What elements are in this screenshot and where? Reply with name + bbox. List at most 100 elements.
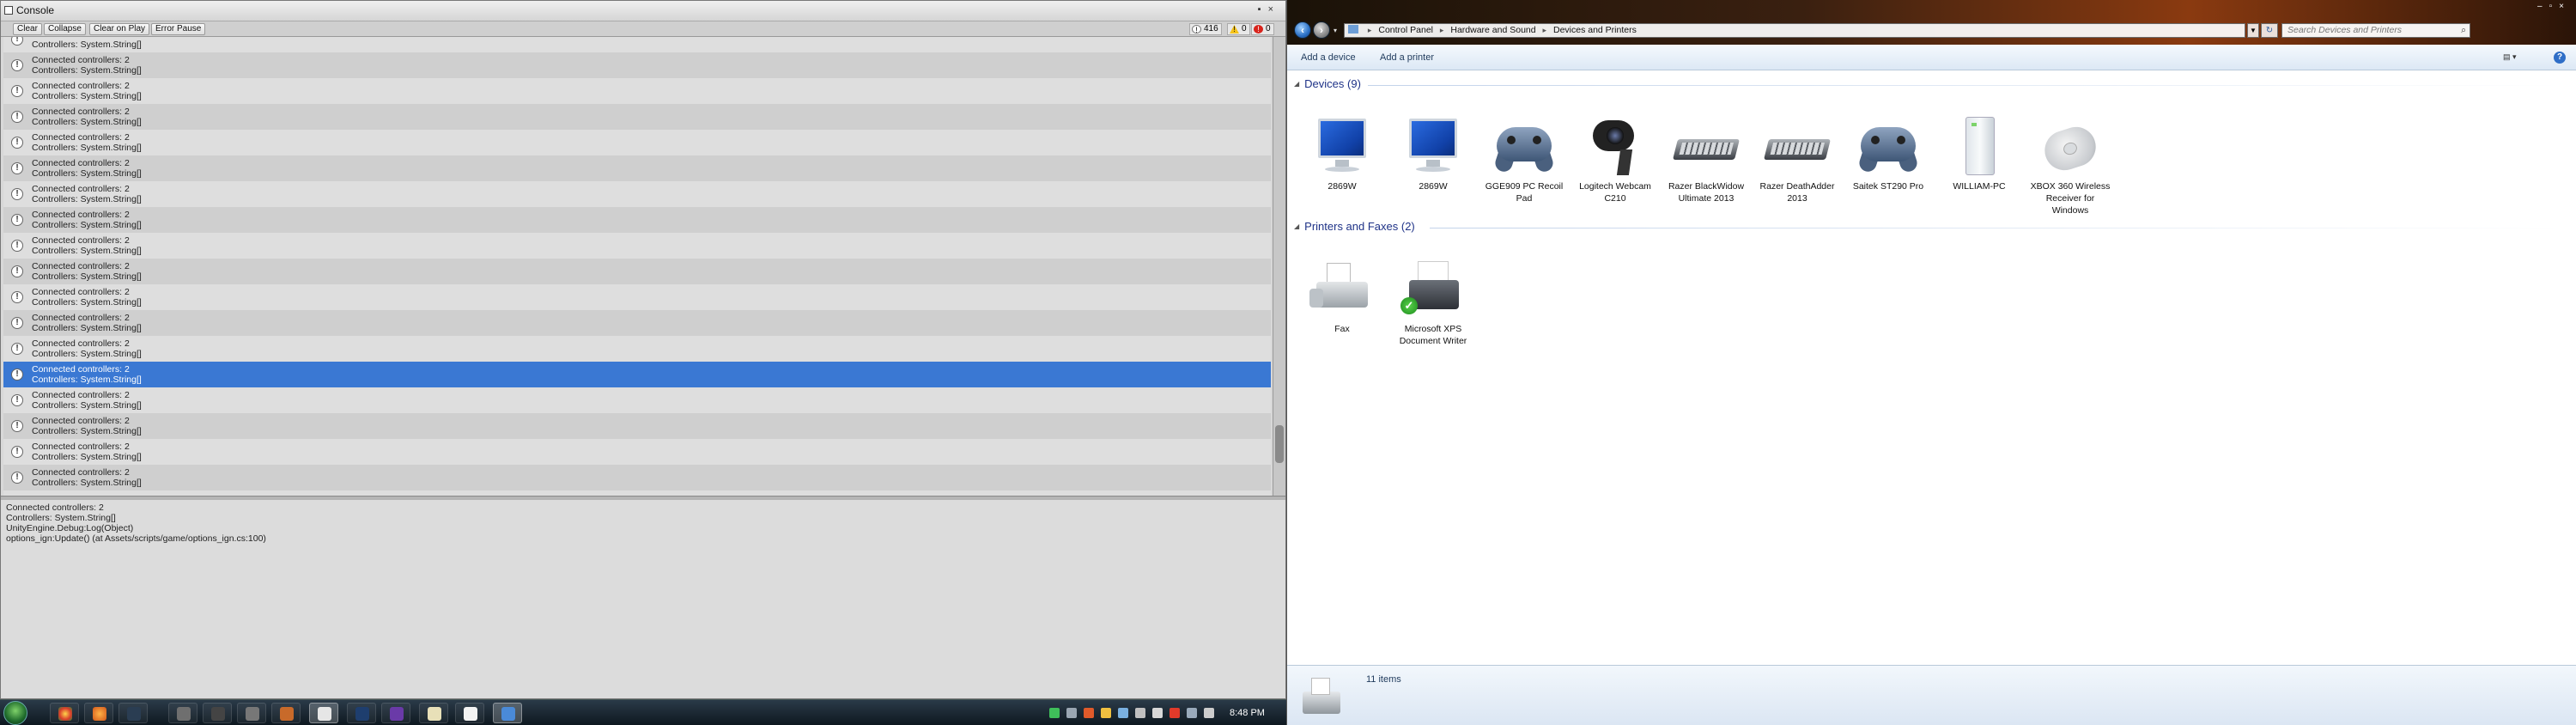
clear-button[interactable]: Clear — [13, 23, 42, 35]
warning-count-toggle[interactable]: ! 0 — [1227, 23, 1250, 35]
log-entry[interactable]: !Connected controllers: 2Controllers: Sy… — [3, 413, 1271, 439]
device-tile-pad[interactable]: Saitek ST290 Pro — [1845, 115, 1931, 192]
log-entry[interactable]: !Connected controllers: 2Controllers: Sy… — [3, 207, 1271, 233]
taskbar-app-chrome[interactable] — [50, 703, 79, 723]
forward-button[interactable]: › — [1313, 21, 1330, 39]
volume-icon[interactable] — [1204, 708, 1214, 718]
taskbar-app-explorer[interactable] — [419, 703, 448, 723]
tray-icon[interactable] — [1118, 708, 1128, 718]
info-icon: ! — [1192, 25, 1201, 34]
taskbar-app-generic[interactable] — [237, 703, 266, 723]
device-tile-kbd[interactable]: Razer BlackWidow Ultimate 2013 — [1663, 115, 1749, 204]
tray-icon[interactable] — [1066, 708, 1077, 718]
breadcrumb-hardware-and-sound[interactable]: Hardware and Sound — [1450, 25, 1535, 35]
error-pause-button[interactable]: Error Pause — [151, 23, 206, 35]
app-icon — [211, 707, 225, 721]
log-entry[interactable]: !Connected controllers: 2Controllers: Sy… — [3, 130, 1271, 155]
clear-on-play-button[interactable]: Clear on Play — [89, 23, 150, 35]
taskbar-app-notepad[interactable] — [455, 703, 484, 723]
taskbar-app-generic[interactable] — [271, 703, 301, 723]
log-entry-line1: Connected controllers: 2 — [32, 132, 130, 143]
start-button[interactable] — [3, 701, 27, 725]
log-entry[interactable]: !Connected controllers: 2Controllers: Sy… — [3, 155, 1271, 181]
device-tile-tower[interactable]: WILLIAM-PC — [1936, 115, 2022, 192]
search-input[interactable]: Search Devices and Printers ⌕ — [2281, 23, 2470, 38]
console-titlebar[interactable]: Console ▪× — [1, 1, 1285, 21]
log-count-toggle[interactable]: ! 416 — [1189, 23, 1222, 35]
breadcrumb-devices-and-printers[interactable]: Devices and Printers — [1553, 25, 1637, 35]
devices-group-header[interactable]: ◢ Devices (9) — [1294, 77, 1361, 90]
add-device-button[interactable]: Add a device — [1301, 52, 1356, 63]
log-count: 416 — [1204, 24, 1218, 34]
device-tile-cam[interactable]: Logitech Webcam C210 — [1572, 115, 1658, 204]
log-entry[interactable]: !Connected controllers: 2Controllers: Sy… — [3, 387, 1271, 413]
device-label: Razer BlackWidow Ultimate 2013 — [1668, 181, 1745, 204]
taskbar-app-unity[interactable] — [309, 703, 338, 723]
collapse-triangle-icon[interactable]: ◢ — [1294, 222, 1299, 230]
log-scrollbar[interactable] — [1273, 37, 1285, 496]
tray-icon[interactable] — [1152, 708, 1163, 718]
log-entry[interactable]: !Connected controllers: 2Controllers: Sy… — [3, 284, 1271, 310]
tray-icon[interactable] — [1135, 708, 1145, 718]
window-caption-buttons-icon[interactable]: –▫× — [2537, 2, 2571, 11]
log-entry[interactable]: !Connected controllers: 2Controllers: Sy… — [3, 259, 1271, 284]
device-tile-kbd[interactable]: Razer DeathAdder 2013 — [1754, 115, 1840, 204]
change-view-icon[interactable]: ▤ ▾ — [2503, 52, 2525, 63]
log-entry[interactable]: !Connected controllers: 2Controllers: Sy… — [3, 233, 1271, 259]
log-entry[interactable]: !Connected controllers: 2Controllers: Sy… — [3, 37, 1271, 52]
log-entry[interactable]: !Connected controllers: 2Controllers: Sy… — [3, 336, 1271, 362]
network-icon[interactable] — [1187, 708, 1197, 718]
log-entry[interactable]: !Connected controllers: 2Controllers: Sy… — [3, 104, 1271, 130]
info-icon: ! — [11, 472, 23, 484]
log-entry[interactable]: !Connected controllers: 2Controllers: Sy… — [3, 181, 1271, 207]
back-button[interactable]: ‹ — [1294, 21, 1311, 39]
flag-icon[interactable] — [1170, 708, 1180, 718]
address-bar[interactable]: ▸ Control Panel ▸ Hardware and Sound ▸ D… — [1344, 23, 2245, 38]
console-window-buttons-icon[interactable]: ▪× — [1258, 4, 1280, 15]
add-printer-button[interactable]: Add a printer — [1380, 52, 1434, 63]
error-count-toggle[interactable]: ! 0 — [1251, 23, 1274, 35]
breadcrumb-control-panel[interactable]: Control Panel — [1378, 25, 1433, 35]
tray-icon[interactable] — [1101, 708, 1111, 718]
log-list[interactable]: !Connected controllers: 2Controllers: Sy… — [3, 37, 1271, 496]
detail-line: Controllers: System.String[] — [6, 513, 116, 523]
printers-group-header[interactable]: ◢ Printers and Faxes (2) — [1294, 220, 1415, 233]
log-scroll-thumb[interactable] — [1275, 425, 1284, 463]
address-dropdown-icon[interactable]: ▼ — [2247, 23, 2259, 38]
collapse-triangle-icon[interactable]: ◢ — [1294, 80, 1299, 88]
help-icon[interactable]: ? — [2554, 52, 2566, 64]
device-label: 2869W — [1327, 181, 1357, 192]
refresh-icon[interactable]: ↻ — [2261, 23, 2278, 38]
device-tile-prn[interactable]: ✓ Microsoft XPS Document Writer — [1390, 258, 1476, 347]
log-entry[interactable]: !Connected controllers: 2Controllers: Sy… — [3, 52, 1271, 78]
device-tile-monitor[interactable]: 2869W — [1390, 115, 1476, 192]
log-entry[interactable]: !Connected controllers: 2Controllers: Sy… — [3, 78, 1271, 104]
log-entry[interactable]: !Connected controllers: 2Controllers: Sy… — [3, 310, 1271, 336]
tray-icon[interactable] — [1049, 708, 1060, 718]
explorer-titlebar[interactable]: –▫× ‹ › ▾ ▸ Control Panel ▸ Hardware and… — [1287, 0, 2576, 45]
info-icon: ! — [11, 343, 23, 355]
recent-pages-icon[interactable]: ▾ — [1334, 27, 1337, 34]
document-icon — [464, 707, 477, 721]
taskbar: 8:48 PM — [0, 699, 1286, 725]
taskbar-app-steam[interactable] — [118, 703, 148, 723]
taskbar-app-generic[interactable] — [203, 703, 232, 723]
device-tile-fax[interactable]: Fax — [1299, 258, 1385, 335]
group-divider — [1368, 85, 2561, 86]
taskbar-app-firefox[interactable] — [84, 703, 113, 723]
device-tile-monitor[interactable]: 2869W — [1299, 115, 1385, 192]
chevron-right-icon: ▸ — [1367, 26, 1372, 34]
log-entry[interactable]: !Connected controllers: 2Controllers: Sy… — [3, 362, 1271, 387]
taskbar-clock[interactable]: 8:48 PM — [1230, 708, 1265, 718]
collapse-button[interactable]: Collapse — [44, 23, 86, 35]
taskbar-app-visual-studio[interactable] — [381, 703, 410, 723]
taskbar-app-photoshop[interactable] — [347, 703, 376, 723]
device-tile-xbox[interactable]: XBOX 360 Wireless Receiver for Windows — [2027, 115, 2113, 216]
device-tile-pad[interactable]: GGE909 PC Recoil Pad — [1481, 115, 1567, 204]
log-entry[interactable]: !Connected controllers: 2Controllers: Sy… — [3, 439, 1271, 465]
log-entry[interactable]: !Connected controllers: 2Controllers: Sy… — [3, 465, 1271, 490]
taskbar-app-generic[interactable] — [168, 703, 197, 723]
log-entry-line1: Connected controllers: 2 — [32, 210, 130, 220]
tray-icon[interactable] — [1084, 708, 1094, 718]
taskbar-app-control-panel[interactable] — [493, 703, 522, 723]
